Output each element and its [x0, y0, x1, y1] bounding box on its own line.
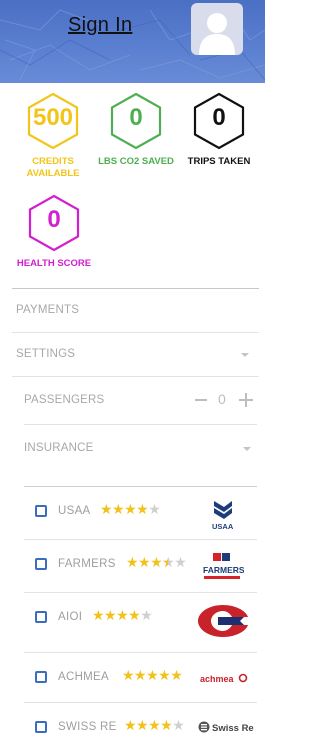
insurer-name: FARMERS [58, 558, 116, 570]
caret-down-icon[interactable] [243, 447, 251, 451]
insurer-item-swiss-re[interactable]: SWISS RE ★★★★★ Swiss Re [24, 702, 257, 756]
insurer-name: USAA [58, 505, 91, 517]
svg-text:Swiss Re: Swiss Re [212, 723, 254, 734]
farmers-logo: FARMERS [200, 552, 245, 582]
health-value: 0 [47, 206, 61, 233]
credits-label-2: AVAILABLE [26, 168, 80, 179]
svg-text:USAA: USAA [212, 522, 234, 531]
insurer-name: AIOI [58, 611, 83, 623]
caret-down-icon[interactable] [241, 353, 249, 357]
co2-value: 0 [129, 104, 143, 131]
payments-row[interactable]: PAYMENTS [12, 288, 259, 332]
insurer-checkbox[interactable] [35, 721, 47, 733]
achmea-logo: achmea [200, 671, 248, 685]
trips-label: TRIPS TAKEN [187, 156, 251, 167]
aioi-logo [196, 603, 250, 639]
payments-label: PAYMENTS [16, 304, 80, 316]
insurer-item-achmea[interactable]: ACHMEA ★★★★★ achmea [24, 652, 257, 705]
star-rating: ★★★★★ [124, 717, 185, 733]
credits-stat: 500 CREDITS AVAILABLE [18, 92, 88, 180]
credits-label: CREDITS [32, 156, 74, 167]
person-silhouette-icon [199, 13, 235, 55]
insurer-name: SWISS RE [58, 721, 117, 733]
insurer-item-usaa[interactable]: USAA ★★★★★ USAA [24, 486, 257, 539]
profile-header: Sign In [0, 0, 265, 83]
svg-text:FARMERS: FARMERS [203, 565, 244, 575]
insurance-label: INSURANCE [24, 442, 94, 454]
insurer-item-aioi[interactable]: AIOI ★★★★★ [24, 592, 257, 645]
co2-stat: 0 LBS CO2 SAVED [94, 92, 178, 168]
sign-in-link[interactable]: Sign In [68, 14, 132, 37]
health-label: HEALTH SCORE [16, 258, 92, 269]
svg-text:achmea: achmea [200, 674, 235, 684]
usaa-logo: USAA [208, 497, 238, 531]
insurance-row[interactable]: INSURANCE [24, 424, 257, 472]
trips-value: 0 [212, 104, 226, 131]
insurer-checkbox[interactable] [35, 558, 47, 570]
passengers-row: PASSENGERS 0 [12, 376, 259, 420]
plus-icon[interactable] [239, 393, 253, 407]
co2-label: LBS CO2 SAVED [98, 156, 174, 167]
star-rating: ★★★★★ [122, 667, 183, 683]
insurer-checkbox[interactable] [35, 671, 47, 683]
passengers-count: 0 [218, 391, 226, 407]
insurer-item-farmers[interactable]: FARMERS ★★★★★★ FARMERS [24, 539, 257, 592]
insurer-checkbox[interactable] [35, 505, 47, 517]
credits-value: 500 [32, 104, 74, 131]
swiss-re-logo: Swiss Re [198, 719, 254, 735]
avatar[interactable] [191, 3, 243, 55]
insurer-name: ACHMEA [58, 671, 110, 683]
health-stat: 0 HEALTH SCORE [11, 194, 97, 270]
settings-label: SETTINGS [16, 348, 76, 360]
passengers-label: PASSENGERS [24, 394, 105, 406]
settings-row[interactable]: SETTINGS [12, 332, 259, 376]
star-rating: ★★★★★★ [126, 554, 187, 570]
minus-icon[interactable] [195, 399, 207, 401]
trips-stat: 0 TRIPS TAKEN [182, 92, 256, 168]
star-rating: ★★★★★ [100, 501, 161, 517]
insurer-checkbox[interactable] [35, 611, 47, 623]
star-rating: ★★★★★ [92, 607, 153, 623]
